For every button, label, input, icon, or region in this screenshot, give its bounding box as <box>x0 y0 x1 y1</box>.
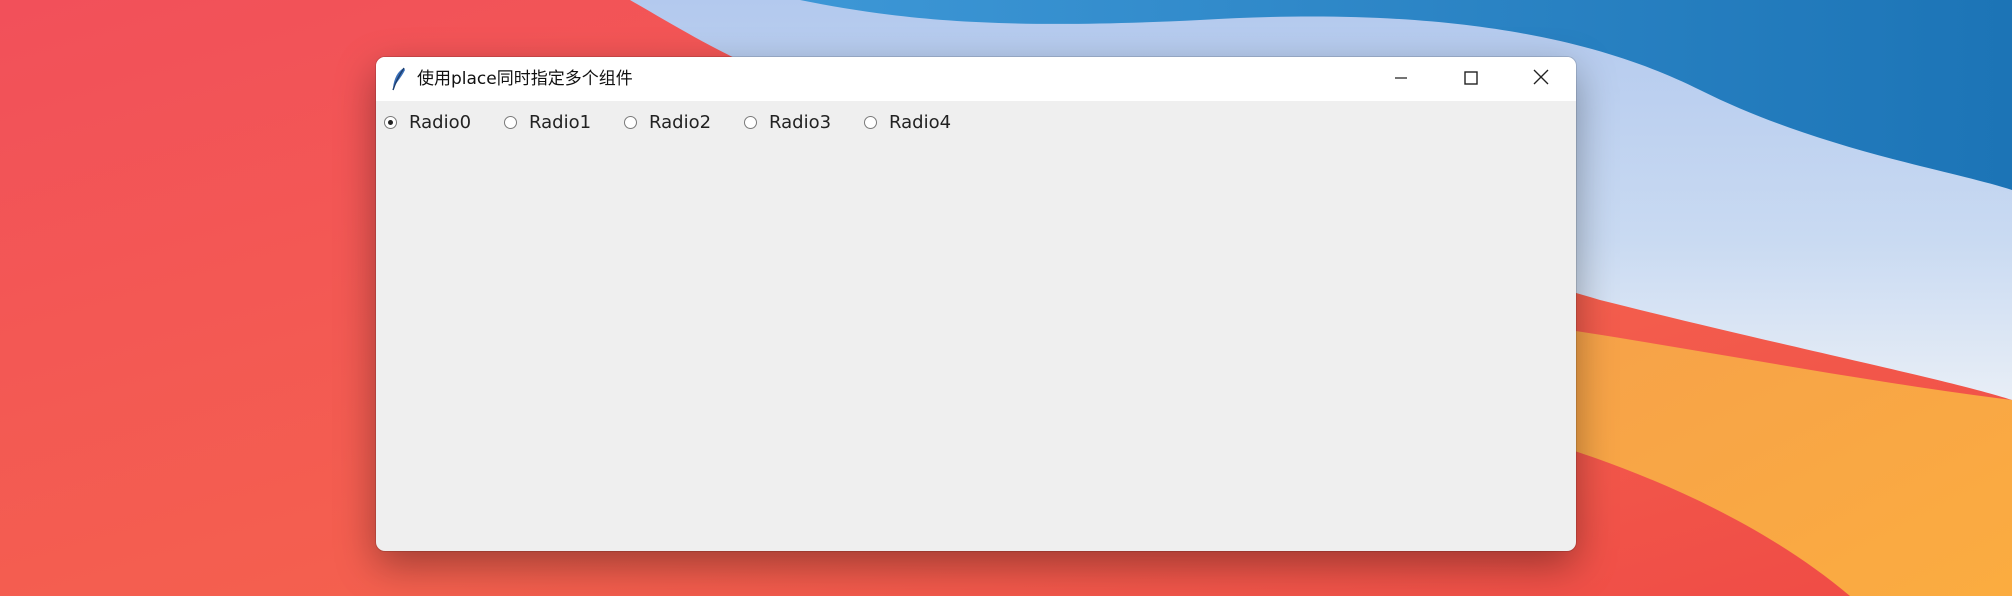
radio-label: Radio1 <box>529 111 592 133</box>
title-bar[interactable]: 使用place同时指定多个组件 <box>376 57 1576 101</box>
radio-option-4[interactable]: Radio4 <box>864 109 951 135</box>
minimize-icon <box>1394 70 1408 89</box>
window-title: 使用place同时指定多个组件 <box>417 69 633 89</box>
radio-option-0[interactable]: Radio0 <box>384 109 471 135</box>
maximize-button[interactable] <box>1436 57 1506 101</box>
minimize-button[interactable] <box>1366 57 1436 101</box>
radio-button[interactable] <box>744 115 757 129</box>
radio-label: Radio0 <box>409 111 472 133</box>
radio-option-1[interactable]: Radio1 <box>504 109 591 135</box>
radio-label: Radio3 <box>769 111 832 133</box>
radio-button[interactable] <box>504 115 517 129</box>
radio-button[interactable] <box>864 115 877 129</box>
maximize-icon <box>1464 70 1478 89</box>
close-button[interactable] <box>1506 57 1576 101</box>
radio-option-2[interactable]: Radio2 <box>624 109 711 135</box>
feather-icon <box>390 66 408 92</box>
radio-option-3[interactable]: Radio3 <box>744 109 831 135</box>
radio-button[interactable] <box>624 115 637 129</box>
radio-button-checked[interactable] <box>384 115 397 129</box>
radio-label: Radio2 <box>649 111 712 133</box>
radio-label: Radio4 <box>889 111 952 133</box>
app-window: 使用place同时指定多个组件 Radio0 Radio1 Radio2 Rad… <box>376 57 1576 551</box>
close-icon <box>1533 69 1549 89</box>
window-client-area: Radio0 Radio1 Radio2 Radio3 Radio4 <box>376 101 1576 551</box>
